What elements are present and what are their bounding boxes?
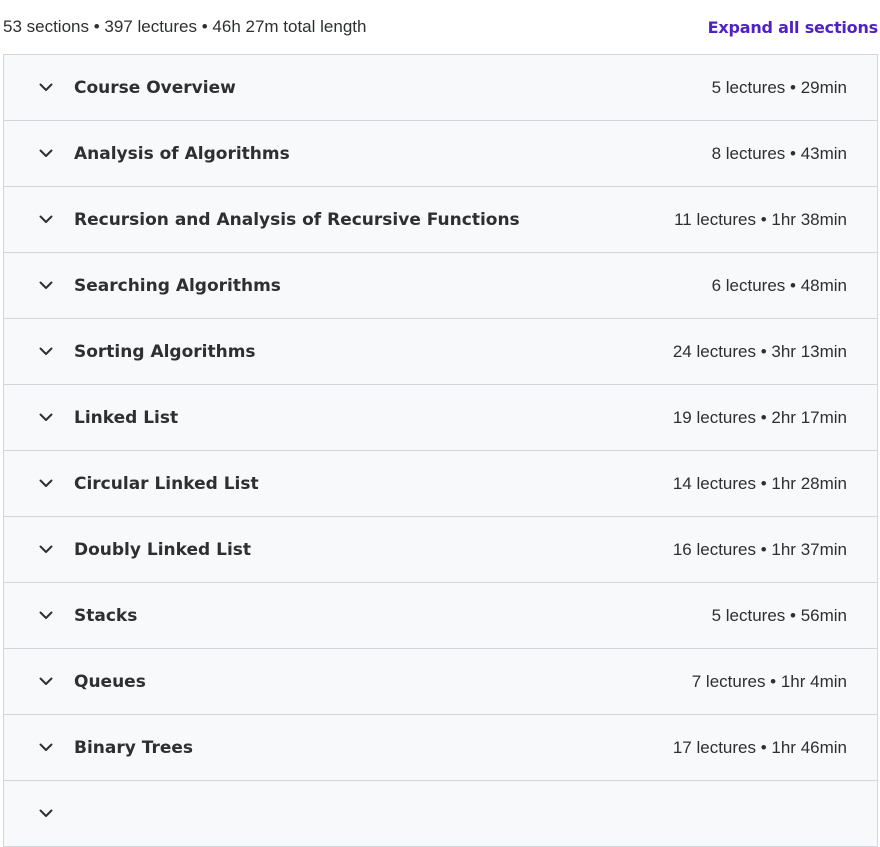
chevron-down-icon — [38, 608, 54, 624]
chevron-down-icon — [38, 344, 54, 360]
section-title: Sorting Algorithms — [74, 341, 256, 362]
section-row[interactable]: Binary Trees 17 lectures • 1hr 46min — [4, 715, 877, 781]
section-meta: 16 lectures • 1hr 37min — [672, 539, 847, 559]
section-row[interactable] — [4, 781, 877, 847]
chevron-down-icon — [38, 410, 54, 426]
section-title: Queues — [74, 671, 146, 692]
section-meta: 5 lectures • 29min — [711, 77, 847, 97]
section-row[interactable]: Sorting Algorithms 24 lectures • 3hr 13mi… — [4, 319, 877, 385]
section-meta: 8 lectures • 43min — [711, 143, 847, 163]
chevron-down-icon — [38, 476, 54, 492]
section-row[interactable]: Analysis of Algorithms 8 lectures • 43min — [4, 121, 877, 187]
section-meta: 24 lectures • 3hr 13min — [672, 341, 847, 361]
section-row[interactable]: Recursion and Analysis of Recursive Func… — [4, 187, 877, 253]
section-meta: 14 lectures • 1hr 28min — [672, 473, 847, 493]
expand-all-sections-button[interactable]: Expand all sections — [708, 18, 879, 37]
course-summary: 53 sections • 397 lectures • 46h 27m tot… — [3, 17, 367, 36]
chevron-down-icon — [38, 674, 54, 690]
section-meta: 17 lectures • 1hr 46min — [672, 737, 847, 757]
section-row[interactable]: Doubly Linked List 16 lectures • 1hr 37mi… — [4, 517, 877, 583]
curriculum-header: 53 sections • 397 lectures • 46h 27m tot… — [0, 0, 880, 54]
section-title: Linked List — [74, 407, 179, 428]
section-title: Binary Trees — [74, 737, 194, 758]
section-row[interactable]: Course Overview 5 lectures • 29min — [4, 55, 877, 121]
chevron-down-icon — [38, 278, 54, 294]
section-row[interactable]: Linked List 19 lectures • 2hr 17min — [4, 385, 877, 451]
section-title: Analysis of Algorithms — [74, 143, 290, 164]
section-meta: 5 lectures • 56min — [711, 605, 847, 625]
chevron-down-icon — [38, 740, 54, 756]
section-row[interactable]: Searching Algorithms 6 lectures • 48min — [4, 253, 877, 319]
chevron-down-icon — [38, 146, 54, 162]
section-row[interactable]: Circular Linked List 14 lectures • 1hr 28… — [4, 451, 877, 517]
section-list: Course Overview 5 lectures • 29min Analysi… — [3, 54, 878, 847]
section-meta: 11 lectures • 1hr 38min — [674, 209, 847, 229]
section-meta: 7 lectures • 1hr 4min — [691, 671, 847, 691]
section-title: Searching Algorithms — [74, 275, 281, 296]
section-row[interactable]: Queues 7 lectures • 1hr 4min — [4, 649, 877, 715]
section-meta: 6 lectures • 48min — [711, 275, 847, 295]
chevron-down-icon — [38, 542, 54, 558]
chevron-down-icon — [38, 806, 54, 822]
section-row[interactable]: Stacks 5 lectures • 56min — [4, 583, 877, 649]
section-title: Course Overview — [74, 77, 236, 98]
section-title: Doubly Linked List — [74, 539, 252, 560]
chevron-down-icon — [38, 212, 54, 228]
section-meta: 19 lectures • 2hr 17min — [672, 407, 847, 427]
section-title: Recursion and Analysis of Recursive Func… — [74, 209, 520, 230]
chevron-down-icon — [38, 80, 54, 96]
section-title: Stacks — [74, 605, 138, 626]
section-title: Circular Linked List — [74, 473, 259, 494]
